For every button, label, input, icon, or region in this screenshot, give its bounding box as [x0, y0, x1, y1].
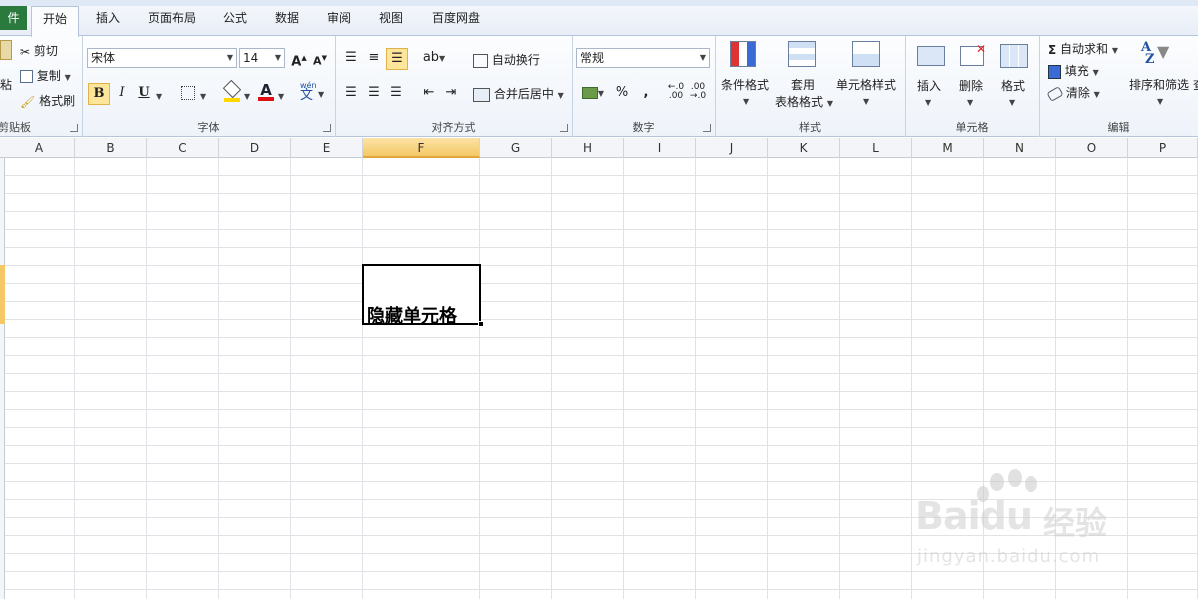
- grid-row-line: [5, 409, 1198, 410]
- grid-column-line: [623, 158, 624, 599]
- watermark-url: jingyan.baidu.com: [917, 546, 1101, 567]
- grid-column-line: [218, 158, 219, 599]
- tab-home[interactable]: 开始: [31, 6, 79, 37]
- grid-row-line: [5, 427, 1198, 428]
- grid-row-line: [5, 193, 1198, 194]
- grid-row-line: [5, 247, 1198, 248]
- grid-row-line: [5, 265, 1198, 266]
- grid-row-line: [5, 373, 1198, 374]
- grid-column-line: [290, 158, 291, 599]
- grid-column-line: [839, 158, 840, 599]
- grid-column-line: [74, 158, 75, 599]
- grid-column-line: [362, 158, 363, 599]
- grid-row-line: [5, 301, 1198, 302]
- grid-column-line: [551, 158, 552, 599]
- watermark-brand-cn: 经验: [1043, 504, 1108, 542]
- grid-row-line: [5, 175, 1198, 176]
- active-cell-text: 隐藏单元格: [367, 306, 457, 327]
- grid-column-line: [146, 158, 147, 599]
- grid-row-line: [5, 391, 1198, 392]
- grid-row-line: [5, 589, 1198, 590]
- baidu-jingyan-watermark: Baidu 经验 jingyan.baidu.com: [915, 468, 1145, 578]
- fill-handle[interactable]: [478, 321, 484, 327]
- grid-row-line: [5, 337, 1198, 338]
- grid-column-line: [767, 158, 768, 599]
- grid-row-line: [5, 319, 1198, 320]
- grid-row-line: [5, 229, 1198, 230]
- grid-row-line: [5, 283, 1198, 284]
- grid-column-line: [911, 158, 912, 599]
- grid-column-line: [695, 158, 696, 599]
- watermark-brand: Baidu: [915, 494, 1033, 538]
- grid-column-line: [479, 158, 480, 599]
- grid-row-line: [5, 445, 1198, 446]
- grid-row-line: [5, 355, 1198, 356]
- grid-row-line: [5, 463, 1198, 464]
- grid-row-line: [5, 211, 1198, 212]
